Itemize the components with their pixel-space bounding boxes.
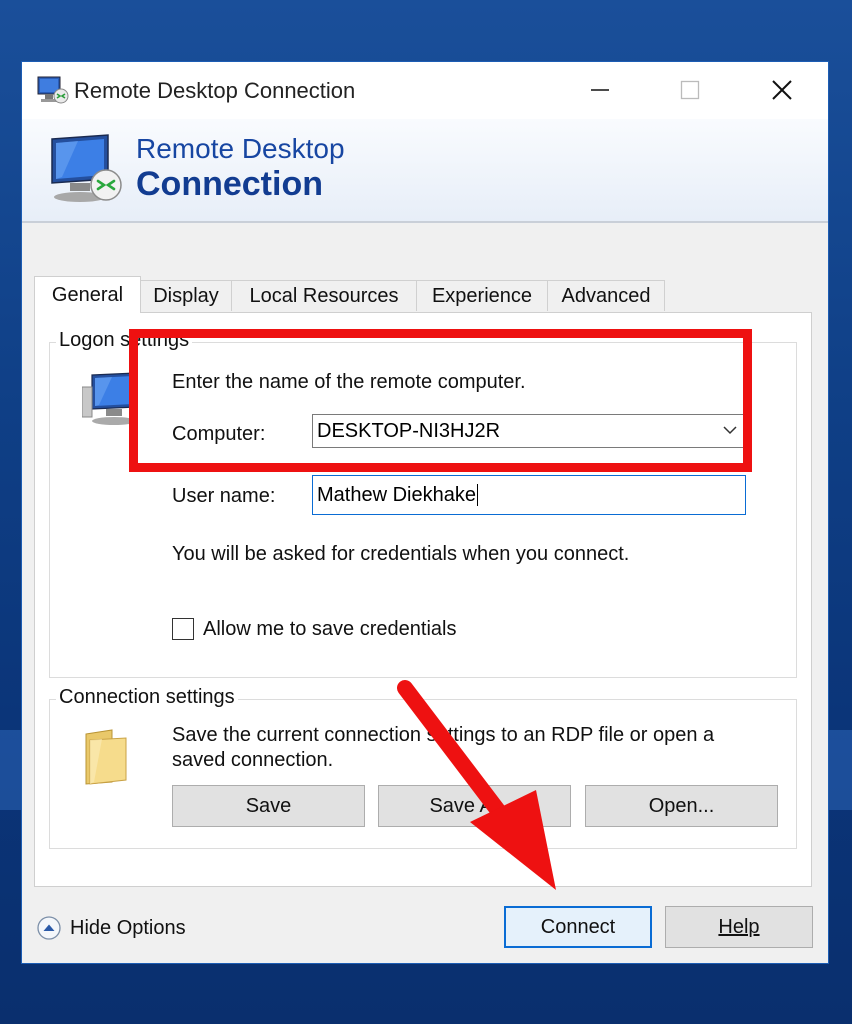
rdp-window: Remote Desktop Connection Remote Desktop… (21, 61, 829, 964)
remote-desktop-logo-icon (51, 134, 122, 202)
tab-general[interactable]: General (34, 276, 141, 313)
banner-title-line2: Connection (136, 165, 323, 203)
connection-description-line2: saved connection. (172, 749, 334, 771)
text-caret (476, 484, 478, 506)
connection-settings-group: Connection settings Save the current con… (49, 686, 797, 849)
username-label: User name: (172, 485, 276, 507)
username-input[interactable]: Mathew Diekhake (312, 475, 746, 515)
open-button[interactable]: Open... (585, 785, 778, 827)
save-as-button[interactable]: Save As... (378, 785, 571, 827)
connect-button[interactable]: Connect (504, 906, 652, 948)
tab-experience[interactable]: Experience (416, 280, 548, 311)
remote-desktop-icon (37, 76, 69, 104)
window-title: Remote Desktop Connection (74, 78, 356, 103)
annotation-highlight-box (129, 329, 752, 472)
hide-options-label: Hide Options (70, 916, 186, 939)
close-icon (772, 80, 792, 100)
tab-display[interactable]: Display (140, 280, 232, 311)
maximize-button[interactable] (665, 70, 715, 110)
save-credentials-label[interactable]: Allow me to save credentials (203, 618, 456, 641)
maximize-icon (680, 80, 700, 100)
minimize-icon (591, 89, 609, 91)
close-button[interactable] (757, 70, 807, 110)
folder-icon (85, 729, 127, 785)
hide-options-toggle[interactable]: Hide Options (36, 913, 186, 943)
minimize-button[interactable] (575, 70, 625, 110)
tab-advanced[interactable]: Advanced (547, 280, 665, 311)
title-bar[interactable]: Remote Desktop Connection (22, 62, 828, 119)
save-button[interactable]: Save (172, 785, 365, 827)
chevron-up-circle-icon (37, 916, 61, 940)
banner-title-line1: Remote Desktop (136, 133, 345, 164)
save-credentials-checkbox[interactable] (172, 618, 194, 640)
banner: Remote Desktop Connection (22, 119, 828, 223)
tab-local-resources[interactable]: Local Resources (231, 280, 417, 311)
username-value: Mathew Diekhake (317, 483, 476, 506)
connection-settings-title: Connection settings (56, 686, 238, 709)
credentials-note: You will be asked for credentials when y… (172, 543, 630, 565)
connection-description-line1: Save the current connection settings to … (172, 724, 715, 746)
help-button[interactable]: Help (665, 906, 813, 948)
